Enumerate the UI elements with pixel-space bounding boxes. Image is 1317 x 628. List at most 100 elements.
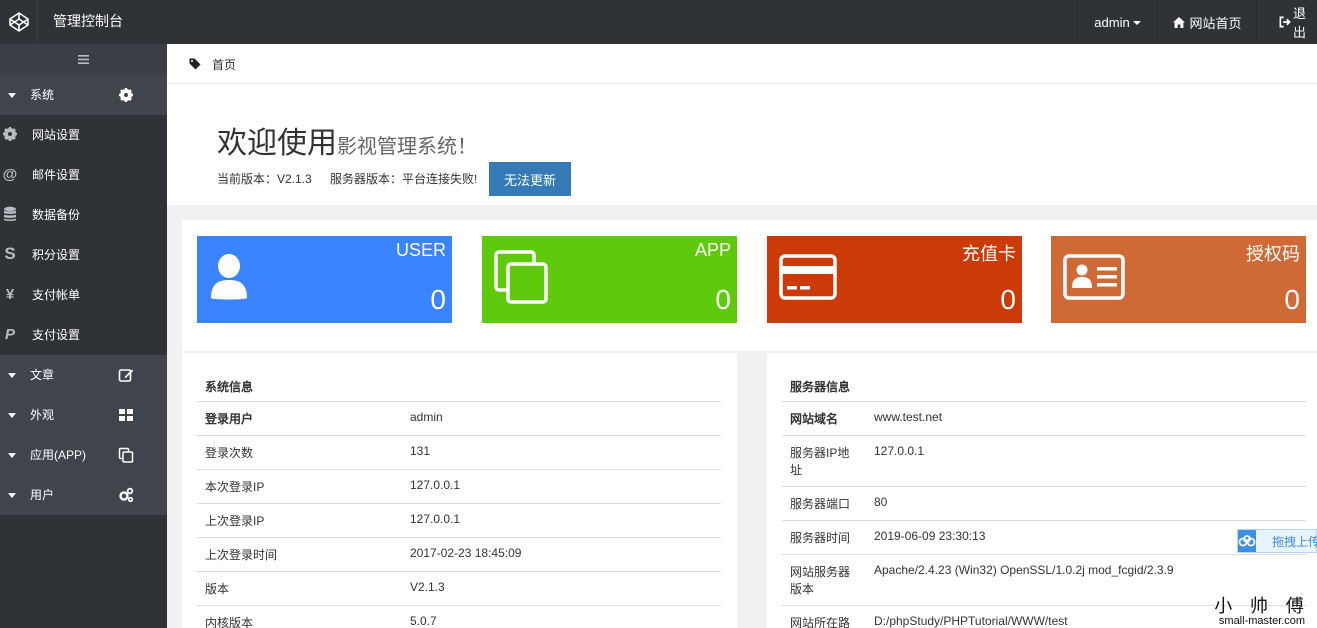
logout-link[interactable]: 退出 — [1256, 0, 1317, 44]
caret-down-icon — [8, 93, 16, 98]
table-row: 服务器时间 2019-06-09 23:30:13 — [782, 520, 1306, 554]
logo[interactable] — [0, 0, 38, 44]
watermark: 小 帅 傅 small-master.com — [1207, 592, 1317, 627]
welcome-panel: 欢迎使用影视管理系统！ 当前版本：V2.1.3 服务器版本：平台连接失败! 无法… — [167, 84, 1317, 205]
row-key: 登录用户 — [205, 412, 254, 426]
table-row: 登录次数 131 — [197, 435, 721, 469]
server-version: 服务器版本：平台连接失败! — [330, 172, 478, 186]
sidebar-item-mail-settings[interactable]: @ 邮件设置 — [0, 155, 167, 195]
database-icon — [1, 205, 19, 223]
stat-card-recharge[interactable]: 充值卡 0 — [767, 236, 1022, 323]
sidebar-item-payment-bills[interactable]: ¥ 支付帐单 — [0, 275, 167, 315]
stat-card-app[interactable]: APP 0 — [482, 236, 737, 323]
table-row: 本次登录IP 127.0.0.1 — [197, 469, 721, 503]
sidebar-group-apps[interactable]: 应用(APP) — [0, 435, 167, 475]
tag-icon — [189, 58, 201, 70]
sidebar-group-label: 外观 — [30, 408, 55, 422]
row-value: 2017-02-23 18:45:09 — [410, 546, 522, 560]
sidebar-item-label: 邮件设置 — [32, 168, 81, 182]
stat-card-auth-code[interactable]: 授权码 0 — [1051, 236, 1306, 323]
row-key: 内核版本 — [205, 616, 254, 628]
gear-icon — [119, 88, 133, 102]
user-icon — [211, 254, 247, 300]
table-row: 内核版本 5.0.7 — [197, 605, 721, 628]
stat-title: APP — [694, 240, 731, 260]
sidebar-toggle[interactable] — [0, 44, 167, 75]
grid-icon — [119, 409, 133, 421]
caret-down-icon — [1132, 21, 1141, 25]
sidebar-item-label: 支付设置 — [32, 328, 81, 342]
sidebar-group-users[interactable]: 用户 — [0, 475, 167, 515]
panel-title: 系统信息 — [205, 380, 254, 394]
watermark-url: small-master.com — [1218, 615, 1306, 627]
row-key: 服务器时间 — [790, 531, 851, 545]
copy-icon — [494, 250, 548, 304]
system-info-table: 登录用户 admin 登录次数 131 本次登录IP 127.0.0.1 上次登录IP… — [197, 401, 721, 628]
sidebar-item-payment-settings[interactable]: P 支付设置 — [0, 315, 167, 355]
table-row: 网站域名 www.test.net — [782, 401, 1306, 435]
sidebar-group-articles[interactable]: 文章 — [0, 355, 167, 395]
sidebar-group-system[interactable]: 系统 — [0, 75, 167, 115]
sidebar-item-data-backup[interactable]: 数据备份 — [0, 195, 167, 235]
home-icon — [1173, 16, 1186, 28]
credit-card-icon — [779, 254, 837, 300]
stats-panel: USER 0 APP 0 充值卡 0 授权码 0 — [182, 220, 1317, 351]
caret-down-icon — [8, 453, 16, 458]
at-icon: @ — [2, 165, 18, 183]
row-value: 5.0.7 — [410, 614, 437, 628]
current-version: 当前版本：V2.1.3 — [217, 172, 312, 186]
row-key: 服务器IP地址 — [790, 446, 850, 477]
row-key: 本次登录IP — [205, 480, 265, 494]
breadcrumb-home[interactable]: 首页 — [212, 44, 236, 86]
username-label: admin — [1094, 14, 1130, 30]
table-row: 上次登录时间 2017-02-23 18:45:09 — [197, 537, 721, 571]
dollar-icon: S — [4, 244, 16, 263]
sidebar: 系统 网站设置 @ 邮件设置 数据备份 S 积分设置 ¥ 支付帐单 P 支付设置… — [0, 44, 167, 628]
stat-value: 0 — [1284, 284, 1300, 315]
stat-title: 授权码 — [1246, 244, 1300, 264]
row-key: 网站所在路 — [790, 616, 851, 628]
copy-icon — [118, 447, 134, 463]
app-title: 管理控制台 — [53, 13, 123, 29]
stat-card-user[interactable]: USER 0 — [197, 236, 452, 323]
sidebar-group-appearance[interactable]: 外观 — [0, 395, 167, 435]
cloud-icon — [1238, 530, 1256, 552]
sidebar-group-label: 文章 — [30, 368, 55, 382]
edit-icon — [118, 369, 134, 382]
stat-value: 0 — [1000, 284, 1016, 315]
server-info-panel: 服务器信息 网站域名 www.test.net 服务器IP地址 127.0.0.1 … — [767, 353, 1317, 628]
user-menu-dropdown[interactable]: admin — [1077, 0, 1157, 44]
id-card-icon — [1063, 254, 1125, 300]
sidebar-item-label: 积分设置 — [32, 248, 81, 262]
bars-icon — [78, 55, 89, 64]
row-value: www.test.net — [874, 410, 943, 424]
sidebar-group-label: 系统 — [30, 88, 55, 102]
panel-title: 服务器信息 — [790, 380, 851, 394]
row-value: 131 — [410, 444, 431, 458]
stat-title: 充值卡 — [962, 244, 1016, 264]
system-info-panel: 系统信息 登录用户 admin 登录次数 131 本次登录IP 127.0.0.1 上… — [182, 353, 737, 628]
row-key: 网站服务器版本 — [790, 565, 851, 596]
row-key: 网站域名 — [790, 412, 839, 426]
sidebar-group-label: 应用(APP) — [30, 448, 87, 462]
drag-upload-button[interactable]: 拖拽上传 — [1237, 529, 1317, 553]
logout-label: 退出 — [1293, 6, 1307, 40]
sidebar-item-points-settings[interactable]: S 积分设置 — [0, 235, 167, 275]
site-home-link[interactable]: 网站首页 — [1157, 0, 1256, 44]
row-value: admin — [410, 410, 443, 424]
row-key: 登录次数 — [205, 446, 254, 460]
sidebar-group-label: 用户 — [30, 488, 55, 502]
update-button[interactable]: 无法更新 — [489, 162, 571, 196]
sign-out-icon — [1279, 16, 1291, 28]
caret-down-icon — [8, 373, 16, 378]
stat-title: USER — [395, 240, 446, 260]
gear-icon — [1, 125, 19, 143]
sidebar-item-site-settings[interactable]: 网站设置 — [0, 115, 167, 155]
row-key: 服务器端口 — [790, 497, 851, 511]
table-row: 版本 V2.1.3 — [197, 571, 721, 605]
breadcrumb: 首页 — [167, 44, 1317, 84]
main-content: 首页 欢迎使用影视管理系统！ 当前版本：V2.1.3 服务器版本：平台连接失败!… — [167, 44, 1317, 628]
row-value: 127.0.0.1 — [874, 444, 925, 458]
stat-value: 0 — [430, 284, 446, 315]
stat-value: 0 — [715, 284, 731, 315]
